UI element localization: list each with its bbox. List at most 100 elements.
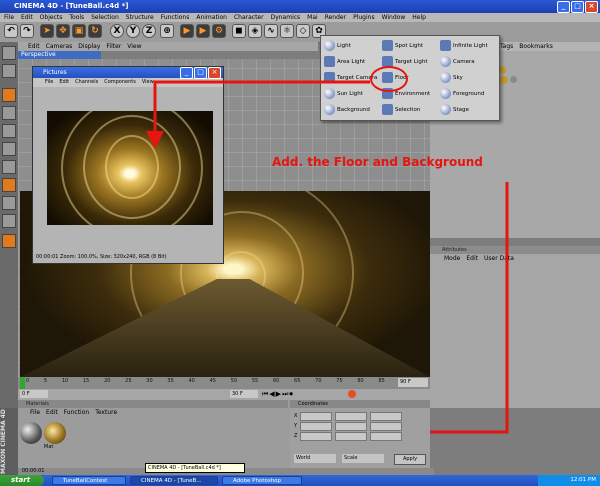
apply-button[interactable]: Apply bbox=[394, 454, 426, 465]
move-icon[interactable]: ✥ bbox=[56, 24, 70, 38]
obj-menu-bookmarks[interactable]: Bookmarks bbox=[519, 42, 553, 51]
coord-mode-select[interactable]: World bbox=[294, 454, 336, 463]
material-tunnel-swatch[interactable] bbox=[44, 422, 66, 444]
undo-icon[interactable]: ↶ bbox=[4, 24, 18, 38]
render-view-icon[interactable]: ▶ bbox=[180, 24, 194, 38]
mat-menu-file[interactable]: File bbox=[30, 408, 40, 417]
title-bar: CINEMA 4D - [TuneBall.c4d *] _ □ × bbox=[0, 0, 600, 13]
pic-menu-components[interactable]: Components bbox=[104, 78, 136, 87]
object-sphere-icon[interactable] bbox=[500, 76, 508, 84]
coord-b-field[interactable] bbox=[370, 432, 403, 441]
snap-icon[interactable] bbox=[2, 214, 16, 228]
coord-z-field[interactable] bbox=[300, 432, 333, 441]
coord-scale-select[interactable]: Scale bbox=[342, 454, 384, 463]
use-edges-tool-icon[interactable] bbox=[2, 142, 16, 156]
pictures-close-button[interactable]: × bbox=[208, 67, 221, 79]
array-icon[interactable]: ⚛ bbox=[280, 24, 294, 38]
mat-menu-edit[interactable]: Edit bbox=[46, 408, 58, 417]
coord-y-field[interactable] bbox=[300, 422, 333, 431]
nurbs-icon[interactable]: ◈ bbox=[248, 24, 262, 38]
rotate-icon[interactable]: ↻ bbox=[88, 24, 102, 38]
coord-size-z-field[interactable] bbox=[335, 432, 368, 441]
minimize-button[interactable]: _ bbox=[557, 1, 570, 13]
timeline-ruler[interactable]: 051015202530354045505560657075808590 90 … bbox=[18, 377, 430, 389]
task-tuneballcontest[interactable]: TuneBallContest bbox=[52, 476, 126, 485]
menu-help[interactable]: Help bbox=[412, 13, 426, 22]
pictures-maximize-button[interactable]: □ bbox=[194, 67, 207, 79]
coord-size-y-field[interactable] bbox=[335, 422, 368, 431]
scale-icon[interactable]: ▣ bbox=[72, 24, 86, 38]
pic-menu-edit[interactable]: Edit bbox=[59, 78, 69, 87]
menu-selection[interactable]: Selection bbox=[91, 13, 119, 22]
mat-menu-texture[interactable]: Texture bbox=[95, 408, 117, 417]
coord-x-field[interactable] bbox=[300, 412, 333, 421]
vp-menu-view[interactable]: View bbox=[127, 42, 141, 51]
attr-menu-edit[interactable]: Edit bbox=[466, 254, 478, 263]
task-photoshop[interactable]: Adobe Photoshop bbox=[222, 476, 302, 485]
menu-render[interactable]: Render bbox=[325, 13, 346, 22]
y-axis-toggle[interactable]: Y bbox=[126, 24, 140, 38]
playback-controls[interactable]: ⏮◀▶⏭⏺ bbox=[262, 390, 294, 398]
pictures-minimize-button[interactable]: _ bbox=[180, 67, 193, 79]
z-axis-toggle[interactable]: Z bbox=[142, 24, 156, 38]
vp-menu-edit[interactable]: Edit bbox=[28, 42, 40, 51]
current-frame-field[interactable]: 30 F bbox=[230, 390, 258, 398]
redo-icon[interactable]: ↷ bbox=[20, 24, 34, 38]
menu-tools[interactable]: Tools bbox=[69, 13, 84, 22]
deformer-icon[interactable]: ◇ bbox=[296, 24, 310, 38]
menu-dynamics[interactable]: Dynamics bbox=[271, 13, 301, 22]
menu-mai[interactable]: Mai bbox=[307, 13, 318, 22]
start-button[interactable]: start bbox=[0, 475, 44, 486]
use-texture-tool-icon[interactable] bbox=[2, 88, 16, 102]
menu-character[interactable]: Character bbox=[234, 13, 264, 22]
record-icon[interactable] bbox=[348, 390, 356, 398]
x-axis-toggle[interactable]: X bbox=[110, 24, 124, 38]
attr-menu-user-data[interactable]: User Data bbox=[484, 254, 514, 263]
end-frame-field[interactable]: 90 F bbox=[398, 378, 428, 387]
menu-window[interactable]: Window bbox=[382, 13, 406, 22]
task-cinema4d[interactable]: CINEMA 4D - [TuneB... bbox=[130, 476, 218, 485]
render-picture-viewer-icon[interactable]: ▶ bbox=[196, 24, 210, 38]
menu-file[interactable]: File bbox=[4, 13, 14, 22]
start-frame-field[interactable]: 0 F bbox=[20, 390, 48, 398]
use-object-tool-icon[interactable] bbox=[2, 64, 16, 78]
attr-menu-mode[interactable]: Mode bbox=[444, 254, 460, 263]
dropdown-background[interactable]: Background bbox=[323, 101, 381, 119]
coord-h-field[interactable] bbox=[370, 412, 403, 421]
use-points-tool-icon[interactable] bbox=[2, 124, 16, 138]
use-model-tool-icon[interactable] bbox=[2, 46, 16, 60]
vp-menu-cameras[interactable]: Cameras bbox=[46, 42, 73, 51]
spline-icon[interactable]: ∿ bbox=[264, 24, 278, 38]
menu-functions[interactable]: Functions bbox=[161, 13, 190, 22]
cube-icon[interactable]: ◼ bbox=[232, 24, 246, 38]
live-select-icon[interactable]: ➤ bbox=[40, 24, 54, 38]
menu-animation[interactable]: Animation bbox=[196, 13, 227, 22]
coord-size-x-field[interactable] bbox=[335, 412, 368, 421]
pic-menu-file[interactable]: File bbox=[45, 78, 53, 87]
vp-menu-filter[interactable]: Filter bbox=[106, 42, 121, 51]
mat-menu-function[interactable]: Function bbox=[64, 408, 90, 417]
tag-icon[interactable] bbox=[510, 76, 517, 83]
menu-plugins[interactable]: Plugins bbox=[353, 13, 375, 22]
render-settings-icon[interactable]: ⚙ bbox=[212, 24, 226, 38]
coord-system-icon[interactable]: ⊕ bbox=[160, 24, 174, 38]
workplane-icon[interactable] bbox=[2, 234, 16, 248]
dropdown-stage[interactable]: Stage bbox=[439, 101, 497, 119]
pic-menu-channels[interactable]: Channels bbox=[75, 78, 98, 87]
tweak-mode-icon[interactable] bbox=[2, 196, 16, 210]
use-polygons-tool-icon[interactable] bbox=[2, 160, 16, 174]
vp-menu-display[interactable]: Display bbox=[78, 42, 100, 51]
animation-mode-icon[interactable] bbox=[2, 178, 16, 192]
use-axis-tool-icon[interactable] bbox=[2, 106, 16, 120]
maximize-button[interactable]: □ bbox=[571, 1, 584, 13]
coord-p-field[interactable] bbox=[370, 422, 403, 431]
menu-structure[interactable]: Structure bbox=[126, 13, 154, 22]
material-chrome-swatch[interactable] bbox=[20, 422, 42, 444]
obj-menu-tags[interactable]: Tags bbox=[500, 42, 513, 51]
menu-edit[interactable]: Edit bbox=[21, 13, 33, 22]
pic-menu-view[interactable]: View bbox=[142, 78, 154, 87]
timeline-playhead[interactable] bbox=[20, 377, 25, 389]
dropdown-selection[interactable]: Selection bbox=[381, 101, 439, 119]
menu-objects[interactable]: Objects bbox=[40, 13, 63, 22]
close-button[interactable]: × bbox=[585, 1, 598, 13]
